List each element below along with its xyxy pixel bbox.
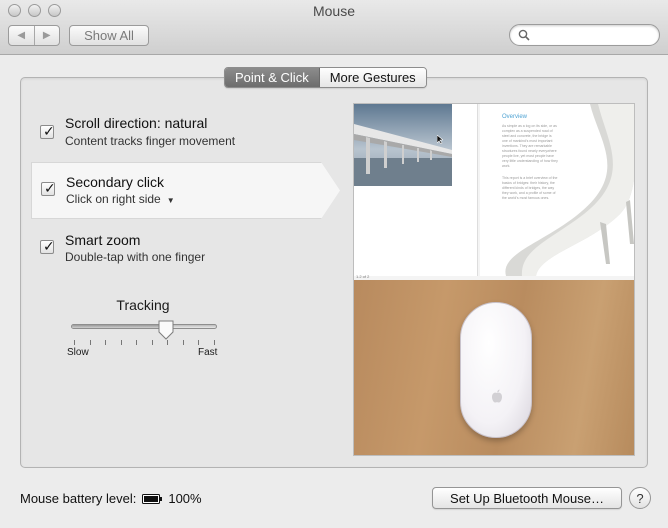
search-field[interactable]	[509, 24, 660, 46]
secondary-click-popup[interactable]: Click on right side ▼	[66, 192, 175, 206]
title-bar: Mouse ◀ ▶ Show All	[0, 0, 668, 55]
battery-status: Mouse battery level: 100%	[20, 491, 202, 506]
tracking-slider-track[interactable]	[71, 324, 217, 329]
tracking-slider-knob[interactable]	[158, 320, 174, 340]
tab-point-and-click[interactable]: Point & Click	[225, 68, 320, 87]
tracking-tick	[167, 340, 169, 345]
battery-value: 100%	[168, 491, 202, 506]
forward-button[interactable]: ▶	[33, 26, 60, 45]
tracking-label: Tracking	[116, 297, 170, 313]
tracking-tick	[136, 340, 138, 345]
help-button[interactable]: ?	[629, 487, 651, 509]
battery-icon	[142, 493, 163, 504]
gesture-preview: Overview As simple as a log on its side,…	[353, 103, 635, 456]
tracking-slider-fill	[72, 325, 166, 328]
back-forward-group: ◀ ▶	[8, 25, 60, 46]
tracking-tick	[214, 340, 215, 345]
option-scroll-direction[interactable]: ✓ Scroll direction: natural Content trac…	[31, 105, 341, 162]
option-secondary-click[interactable]: ✓ Secondary click Click on right side ▼	[31, 162, 340, 219]
popup-arrow-icon: ▼	[166, 196, 175, 205]
cursor-icon	[437, 135, 443, 144]
document-preview: Overview As simple as a log on its side,…	[354, 104, 634, 280]
battery-label: Mouse battery level:	[20, 491, 137, 506]
secondary-click-checkbox[interactable]: ✓	[41, 180, 56, 196]
document-status: 1.2 of 2	[356, 274, 370, 279]
back-button[interactable]: ◀	[9, 26, 34, 45]
tracking-tick	[89, 340, 91, 345]
checkmark-icon: ✓	[43, 238, 55, 254]
option-title: Smart zoom	[65, 232, 141, 248]
scroll-direction-checkbox[interactable]: ✓	[40, 123, 55, 139]
search-input[interactable]	[534, 28, 652, 42]
option-smart-zoom[interactable]: ✓ Smart zoom Double-tap with one finger	[31, 222, 341, 279]
tracking-tick	[74, 340, 75, 345]
show-all-button[interactable]: Show All	[69, 25, 149, 46]
tracking-tick	[182, 340, 184, 345]
tracking-min-label: Slow	[67, 347, 89, 358]
option-title: Secondary click	[66, 174, 165, 190]
window-title: Mouse	[312, 3, 356, 19]
magic-mouse	[460, 302, 532, 438]
bridge-photo	[354, 104, 452, 186]
tracking-max-label: Fast	[198, 347, 218, 358]
tracking-tick	[120, 340, 122, 345]
option-subtitle: Content tracks finger movement	[65, 134, 236, 148]
checkmark-icon: ✓	[44, 180, 56, 196]
smart-zoom-checkbox[interactable]: ✓	[40, 238, 55, 254]
tab-bar: Point & Click More Gestures	[224, 67, 427, 88]
tracking-tick	[198, 340, 200, 345]
apple-logo-icon	[492, 389, 502, 403]
sculpture-image	[505, 104, 634, 276]
option-subtitle: Double-tap with one finger	[65, 250, 206, 264]
search-icon	[518, 29, 530, 41]
set-up-bluetooth-mouse-button[interactable]: Set Up Bluetooth Mouse…	[432, 487, 622, 509]
tracking-tick	[105, 340, 107, 345]
tab-more-gestures[interactable]: More Gestures	[319, 68, 426, 87]
tracking-tick	[151, 340, 153, 345]
checkmark-icon: ✓	[43, 123, 55, 139]
document-page-left	[354, 104, 478, 276]
forward-arrow-icon: ▶	[42, 30, 51, 41]
wood-surface	[354, 280, 634, 455]
tracking-ticks	[74, 340, 215, 346]
back-arrow-icon: ◀	[17, 30, 26, 41]
option-subtitle: Click on right side	[66, 192, 161, 206]
document-page-right: Overview As simple as a log on its side,…	[480, 104, 634, 276]
option-title: Scroll direction: natural	[65, 115, 208, 131]
